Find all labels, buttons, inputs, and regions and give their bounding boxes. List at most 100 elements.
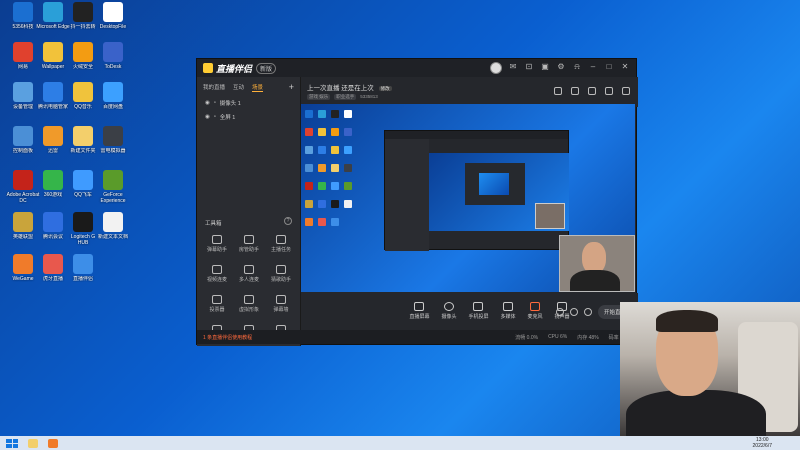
- desktop-icon[interactable]: 火绒安全: [66, 42, 100, 70]
- eye-icon[interactable]: ◉: [205, 114, 210, 120]
- settings-icon[interactable]: [583, 308, 592, 316]
- app-icon: [13, 42, 33, 62]
- lock-icon[interactable]: ▫: [214, 114, 216, 120]
- desktop-icon[interactable]: 新建文件夹: [66, 126, 100, 154]
- desktop-icon[interactable]: ToDesk: [96, 42, 130, 70]
- app-icon: [73, 82, 93, 102]
- desktop-icon[interactable]: 迅雷: [36, 126, 70, 154]
- preview-desktop-icon: [318, 128, 326, 136]
- desktop-icon[interactable]: 新建文本文档: [96, 212, 130, 240]
- desktop-icon-label: 腾讯会议: [42, 234, 63, 240]
- desktop-icon[interactable]: 英雄联盟: [6, 212, 40, 240]
- desktop-icon[interactable]: 设备管理: [6, 82, 40, 110]
- lock-icon[interactable]: [571, 87, 579, 95]
- desktop-icon[interactable]: 腾讯会议: [36, 212, 70, 240]
- message-icon[interactable]: ✉: [508, 62, 518, 72]
- eye-icon[interactable]: ◉: [205, 100, 210, 106]
- desktop-icon[interactable]: Logitech G HUB: [66, 212, 100, 246]
- app-icon: [13, 170, 33, 190]
- desktop-icon-label: 腾讯电脑管家: [37, 104, 68, 110]
- tool-label: 摄像头: [441, 314, 457, 320]
- gift-icon[interactable]: ⊡: [524, 62, 534, 72]
- tool-8[interactable]: 虚拟形象: [233, 295, 265, 313]
- user-avatar[interactable]: [490, 62, 502, 74]
- skin-icon[interactable]: ▣: [540, 62, 550, 72]
- preview-desktop-icon: [305, 182, 313, 190]
- tool-4[interactable]: 视频连麦: [201, 265, 233, 283]
- tool-6[interactable]: 猜歌助手: [265, 265, 297, 283]
- status-bar: 1 条直播伴侣使用教程 流畅 0.0% CPU 6% 内存 48% 码率 0kb…: [197, 330, 638, 344]
- add-scene-icon[interactable]: +: [289, 82, 294, 92]
- app-name: 直播伴侣: [216, 63, 253, 74]
- windows-start-icon[interactable]: [6, 438, 18, 448]
- preview-icon[interactable]: [605, 87, 613, 95]
- phone-cast-button[interactable]: 手机投屏: [468, 302, 489, 320]
- tab-my-live[interactable]: 我的直播: [203, 83, 225, 92]
- record-icon[interactable]: [555, 308, 564, 316]
- desktop-icon[interactable]: QQ音乐: [66, 82, 100, 110]
- desktop-icon[interactable]: 抖一抖去转: [66, 2, 100, 30]
- subcategory-tag[interactable]: 职业选手: [334, 94, 357, 100]
- live-title[interactable]: 上一次直播 还是在上次: [307, 85, 374, 92]
- version-badge[interactable]: 新版: [256, 62, 277, 74]
- live-companion-taskbar-icon[interactable]: [48, 438, 58, 448]
- tool-5[interactable]: 多人连麦: [233, 265, 265, 283]
- app-icon: [73, 42, 93, 62]
- layout-icon[interactable]: [588, 87, 596, 95]
- system-clock[interactable]: 13:00 2022/6/7: [753, 437, 772, 449]
- desktop-icon[interactable]: 虎牙直播: [36, 254, 70, 282]
- screen-capture-button[interactable]: 直播屏幕: [409, 302, 429, 320]
- desktop-icon[interactable]: Wallpaper: [36, 42, 70, 70]
- help-icon[interactable]: ?: [284, 217, 292, 225]
- tab-interact[interactable]: 互动: [233, 83, 244, 92]
- edit-chip[interactable]: 修改: [378, 86, 392, 91]
- camera-button[interactable]: 摄像头: [441, 302, 456, 320]
- preview-desktop-icon: [331, 218, 339, 226]
- tab-scene[interactable]: 场景: [252, 83, 264, 92]
- category-tag[interactable]: 游戏 娱乐: [307, 94, 331, 100]
- tool-1[interactable]: 弹幕助手: [201, 235, 233, 253]
- desktop-icon[interactable]: QQ飞车: [66, 170, 100, 198]
- preview-desktop-icon: [331, 164, 339, 172]
- media-button[interactable]: 多媒体: [501, 302, 516, 320]
- desktop-icon[interactable]: 腾讯电脑管家: [36, 82, 70, 110]
- tool-7[interactable]: 投票器: [201, 295, 233, 313]
- share-icon[interactable]: [622, 87, 630, 95]
- tool-label: 猜歌助手: [270, 277, 291, 283]
- desktop-icon-label: 迅雷: [47, 148, 58, 154]
- maximize-icon[interactable]: □: [604, 62, 614, 72]
- tool-label: 手机投屏: [468, 314, 489, 320]
- tutorial-notice[interactable]: 1 条直播伴侣使用教程: [203, 334, 252, 341]
- settings-icon[interactable]: ⚙: [556, 62, 566, 72]
- app-titlebar[interactable]: 直播伴侣 新版 ✉ ⊡ ▣ ⚙ ⍾ – □ ✕: [197, 59, 636, 77]
- minimize-icon[interactable]: –: [588, 62, 598, 72]
- desktop-icon[interactable]: GeForce Experience: [96, 170, 130, 204]
- desktop-icon[interactable]: 360游戏: [36, 170, 70, 198]
- preview-desktop-icon: [305, 218, 313, 226]
- live-preview[interactable]: [301, 104, 635, 292]
- tool-9[interactable]: 弹幕墙: [265, 295, 297, 313]
- tool-3[interactable]: 主播任务: [265, 235, 297, 253]
- desktop-icon[interactable]: 控制面板: [6, 126, 40, 154]
- tool-2[interactable]: 房管助手: [233, 235, 265, 253]
- desktop-icon[interactable]: 直播伴侣: [66, 254, 100, 282]
- file-explorer-icon[interactable]: [28, 438, 38, 448]
- desktop-icon[interactable]: Adobe Acrobat DC: [6, 170, 40, 204]
- comment-icon: [212, 235, 222, 244]
- close-icon[interactable]: ✕: [620, 62, 630, 72]
- desktop-icon[interactable]: 网易: [6, 42, 40, 70]
- microphone-button[interactable]: 麦克风: [528, 302, 543, 320]
- preview-desktop-icon: [344, 146, 352, 154]
- desktop-icon[interactable]: DesktopFile: [96, 2, 130, 30]
- desktop-icon[interactable]: 雷电模拟器: [96, 126, 130, 154]
- desktop-icon[interactable]: 5356科技: [6, 2, 40, 30]
- desktop-icon[interactable]: WeGame: [6, 254, 40, 282]
- desktop-icon[interactable]: Microsoft Edge: [36, 2, 70, 30]
- scene-item-fullscreen[interactable]: ◉ ▫ 全屏 1: [197, 110, 300, 124]
- clock-icon[interactable]: [569, 308, 578, 316]
- bell-icon[interactable]: ⍾: [572, 62, 582, 72]
- trash-icon[interactable]: [554, 87, 562, 95]
- lock-icon[interactable]: ▫: [214, 100, 216, 106]
- desktop-icon[interactable]: 百度网盘: [96, 82, 130, 110]
- scene-item-camera[interactable]: ◉ ▫ 摄像头 1: [197, 96, 300, 110]
